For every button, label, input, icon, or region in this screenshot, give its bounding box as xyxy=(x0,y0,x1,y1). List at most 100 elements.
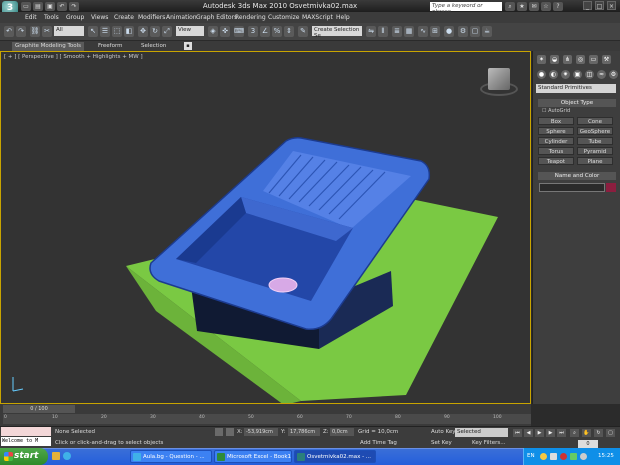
search-input[interactable]: Type a keyword or phrase xyxy=(430,2,502,15)
redo-tool-icon[interactable]: ↷ xyxy=(16,26,26,37)
selection-filter-dropdown[interactable]: All xyxy=(54,26,84,36)
edit-named-sets-icon[interactable]: ✎ xyxy=(298,26,308,37)
scale-icon[interactable]: ⤢ xyxy=(162,26,172,37)
go-to-end-icon[interactable]: ⏭ xyxy=(557,429,566,437)
maxscript-mini-listener[interactable]: Welcome to M xyxy=(1,437,51,446)
render-setup-icon[interactable]: ⚙ xyxy=(458,26,468,37)
curve-editor-icon[interactable]: ∿ xyxy=(418,26,428,37)
teapot-button[interactable]: Teapot xyxy=(538,157,574,165)
key-mode-dropdown[interactable]: Selected xyxy=(455,428,508,437)
select-manipulate-icon[interactable]: ✜ xyxy=(220,26,230,37)
geosphere-button[interactable]: GeoSphere xyxy=(577,127,613,135)
menu-create[interactable]: Create xyxy=(114,14,134,21)
graphite-toggle-icon[interactable]: ▦ xyxy=(404,26,414,37)
menu-views[interactable]: Views xyxy=(91,14,108,21)
volume-icon[interactable] xyxy=(580,453,587,460)
cylinder-button[interactable]: Cylinder xyxy=(538,137,574,145)
helpers-icon[interactable]: ◫ xyxy=(585,70,594,79)
plane-button[interactable]: Plane xyxy=(577,157,613,165)
mirror-icon[interactable]: ⇋ xyxy=(366,26,376,37)
autogrid-checkbox[interactable]: ☐ AutoGrid xyxy=(542,108,570,114)
tab-selection[interactable]: Selection xyxy=(138,42,169,51)
motion-tab-icon[interactable]: ◎ xyxy=(576,55,585,64)
link-icon[interactable]: ⛓ xyxy=(30,26,40,37)
subscription-icon[interactable]: ★ xyxy=(517,2,527,11)
menu-help[interactable]: Help xyxy=(336,14,350,21)
menu-edit[interactable]: Edit xyxy=(25,14,37,21)
taskbar-item-browser[interactable]: Aula.bg - Question - ... xyxy=(130,450,212,463)
antivirus-icon[interactable] xyxy=(560,453,567,460)
go-to-start-icon[interactable]: ⏮ xyxy=(513,429,522,437)
material-editor-icon[interactable]: ● xyxy=(444,26,454,37)
tab-graphite-modeling-tools[interactable]: Graphite Modeling Tools xyxy=(12,42,85,51)
absolute-mode-icon[interactable] xyxy=(226,428,234,436)
shapes-icon[interactable]: ◐ xyxy=(549,70,558,79)
menu-rendering[interactable]: Rendering xyxy=(235,14,266,21)
add-time-tag-button[interactable]: Add Time Tag xyxy=(360,440,397,446)
rendered-frame-icon[interactable]: ▢ xyxy=(470,26,480,37)
redo-icon[interactable]: ↷ xyxy=(69,2,79,11)
perspective-viewport[interactable]: [ + ] [ Perspective ] [ Smooth + Highlig… xyxy=(0,51,531,404)
lock-selection-icon[interactable] xyxy=(215,428,223,436)
search-icon[interactable]: ⌕ xyxy=(505,2,515,11)
undo-icon[interactable]: ↶ xyxy=(57,2,67,11)
pyramid-button[interactable]: Pyramid xyxy=(577,147,613,155)
save-file-icon[interactable]: ▣ xyxy=(45,2,55,11)
rect-selection-icon[interactable]: ⬚ xyxy=(112,26,122,37)
key-filters-button[interactable]: Key Filters... xyxy=(472,440,505,446)
help-icon[interactable]: ? xyxy=(553,2,563,11)
track-bar[interactable] xyxy=(3,414,531,424)
quicklaunch-ie-icon[interactable] xyxy=(63,452,71,460)
percent-snap-icon[interactable]: % xyxy=(272,26,282,37)
primitive-category-dropdown[interactable]: Standard Primitives xyxy=(536,84,616,93)
select-by-name-icon[interactable]: ☰ xyxy=(100,26,110,37)
favorites-icon[interactable]: ☆ xyxy=(541,2,551,11)
menu-graph-editors[interactable]: Graph Editors xyxy=(196,14,237,21)
menu-maxscript[interactable]: MAXScript xyxy=(302,14,333,21)
rotate-icon[interactable]: ↻ xyxy=(150,26,160,37)
new-file-icon[interactable]: ▭ xyxy=(21,2,31,11)
ribbon-minimize-icon[interactable]: ▪ xyxy=(184,42,192,50)
taskbar-item-3dsmax[interactable]: Osvetmivka02.max - ... xyxy=(294,450,376,463)
y-coordinate-field[interactable]: 17,786cm xyxy=(288,428,320,436)
select-object-icon[interactable]: ↖ xyxy=(88,26,98,37)
move-icon[interactable]: ✥ xyxy=(138,26,148,37)
lights-icon[interactable]: ✷ xyxy=(561,70,570,79)
menu-tools[interactable]: Tools xyxy=(44,14,59,21)
menu-animation[interactable]: Animation xyxy=(166,14,197,21)
viewcube-icon[interactable] xyxy=(488,68,510,90)
cone-button[interactable]: Cone xyxy=(577,117,613,125)
object-name-input[interactable] xyxy=(539,183,605,192)
tab-freeform[interactable]: Freeform xyxy=(95,42,126,51)
modify-tab-icon[interactable]: ◒ xyxy=(550,55,559,64)
menu-customize[interactable]: Customize xyxy=(268,14,300,21)
orbit-icon[interactable]: ↻ xyxy=(594,429,603,437)
named-selection-dropdown[interactable]: Create Selection Se xyxy=(312,26,362,39)
utilities-tab-icon[interactable]: ⚒ xyxy=(602,55,611,64)
viewport-label[interactable]: [ + ] [ Perspective ] [ Smooth + Highlig… xyxy=(4,54,143,60)
spinner-snap-icon[interactable]: ⇕ xyxy=(284,26,294,37)
previous-frame-icon[interactable]: ◀ xyxy=(524,429,533,437)
tube-button[interactable]: Tube xyxy=(577,137,613,145)
angle-snap-icon[interactable]: ∠ xyxy=(260,26,270,37)
object-type-rollout[interactable]: Object Type xyxy=(538,99,616,107)
cameras-icon[interactable]: ▣ xyxy=(573,70,582,79)
sphere-button[interactable]: Sphere xyxy=(538,127,574,135)
keyboard-shortcut-icon[interactable]: ⌨ xyxy=(234,26,244,37)
ref-coord-dropdown[interactable]: View xyxy=(176,26,204,36)
open-file-icon[interactable]: ▤ xyxy=(33,2,43,11)
object-color-swatch[interactable] xyxy=(606,183,616,192)
next-frame-icon[interactable]: ▶ xyxy=(546,429,555,437)
undo-tool-icon[interactable]: ↶ xyxy=(4,26,14,37)
pivot-center-icon[interactable]: ◈ xyxy=(208,26,218,37)
pan-icon[interactable]: ✋ xyxy=(582,429,591,437)
name-and-color-rollout[interactable]: Name and Color xyxy=(538,172,616,180)
menu-group[interactable]: Group xyxy=(66,14,84,21)
create-tab-icon[interactable]: ✶ xyxy=(537,55,546,64)
display-tab-icon[interactable]: ▭ xyxy=(589,55,598,64)
torus-button[interactable]: Torus xyxy=(538,147,574,155)
network-icon[interactable] xyxy=(550,453,557,460)
unlink-icon[interactable]: ✂ xyxy=(42,26,52,37)
box-button[interactable]: Box xyxy=(538,117,574,125)
align-icon[interactable]: ⫴ xyxy=(378,26,388,37)
